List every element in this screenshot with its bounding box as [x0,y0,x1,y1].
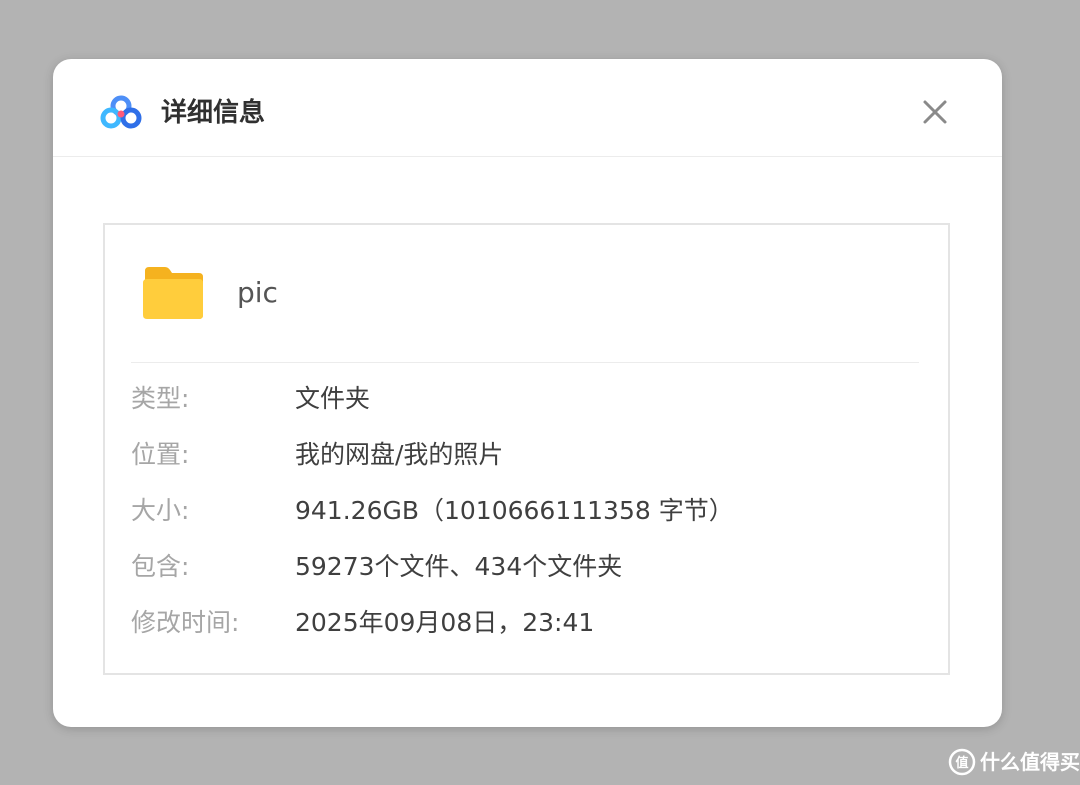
detail-row-size: 大小: 941.26GB（1010666111358 字节） [131,493,911,529]
detail-row-location: 位置: 我的网盘/我的照片 [131,437,911,473]
details-dialog: 详细信息 pic 类型: 文件夹 位置: 我的网盘/我的照片 大小: 941.2… [53,59,1002,727]
watermark-text: 什么值得买 [980,750,1080,774]
detail-row-contains: 包含: 59273个文件、434个文件夹 [131,549,911,585]
svg-text:值: 值 [955,755,968,771]
folder-icon [143,267,203,319]
dialog-header: 详细信息 [53,59,1002,157]
detail-label: 包含: [131,552,190,581]
file-name: pic [237,276,278,309]
detail-value: 59273个文件、434个文件夹 [295,552,623,581]
detail-row-type: 类型: 文件夹 [131,381,911,417]
dialog-title: 详细信息 [161,98,266,128]
detail-value: 941.26GB（1010666111358 字节） [295,496,734,525]
detail-value: 2025年09月08日，23:41 [295,608,595,637]
smzdm-logo-icon: 值 [948,748,976,776]
file-info-card: pic 类型: 文件夹 位置: 我的网盘/我的照片 大小: 941.26GB（1… [103,223,950,675]
baidu-netdisk-logo-icon [100,95,142,129]
detail-label: 修改时间: [131,608,240,637]
detail-label: 类型: [131,384,190,413]
detail-label: 大小: [131,496,190,525]
divider [131,362,919,363]
detail-value: 文件夹 [295,384,371,413]
close-icon[interactable] [920,97,950,127]
detail-row-modified: 修改时间: 2025年09月08日，23:41 [131,605,911,641]
detail-label: 位置: [131,440,190,469]
detail-value: 我的网盘/我的照片 [295,440,504,469]
